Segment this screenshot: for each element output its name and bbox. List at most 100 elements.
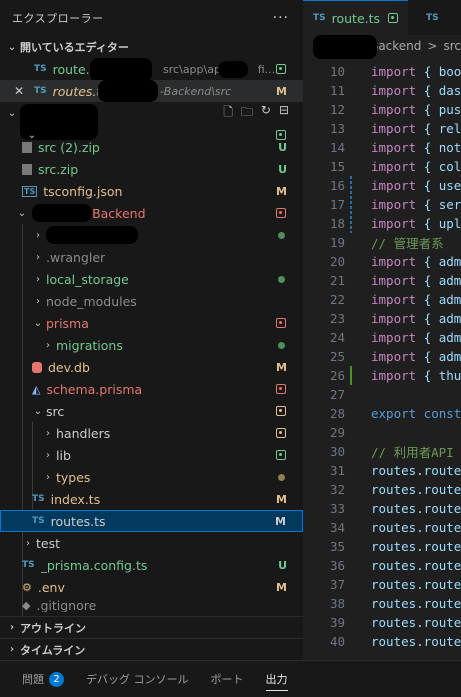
tree-item-tsconfig[interactable]: TS tsconfig.json M — [0, 180, 303, 202]
typescript-file-icon: TS — [34, 86, 47, 96]
modified-status: M — [276, 184, 287, 198]
code-line[interactable]: 39 routes.route — [303, 613, 461, 632]
code-line[interactable]: 12 import { pus — [303, 100, 461, 119]
code-line[interactable]: 23 import { adm — [303, 309, 461, 328]
code-line[interactable]: 40 routes.route — [303, 632, 461, 651]
chevron-down-icon: ⌄ — [7, 107, 17, 119]
code-line[interactable]: 13 import { rel — [303, 119, 461, 138]
tree-item-src-2-zip[interactable]: src (2).zip U — [0, 138, 303, 156]
line-number: 12 — [329, 102, 345, 117]
tab-output[interactable]: 出力 — [265, 661, 288, 697]
import-token: { adm — [423, 254, 461, 269]
route-token: routes.route — [371, 596, 461, 611]
timeline-label: タイムライン — [20, 643, 86, 657]
code-line[interactable]: 15 import { col — [303, 157, 461, 176]
tree-folder-migrations[interactable]: › migrations — [0, 334, 303, 356]
code-line[interactable]: 36 routes.route — [303, 556, 461, 575]
new-file-icon[interactable]: 🗋 — [223, 103, 233, 124]
tree-folder-types[interactable]: › types — [0, 466, 303, 488]
code-line[interactable]: 21 import { adm — [303, 271, 461, 290]
tree-folder-wrangler[interactable]: › .wrangler — [0, 246, 303, 268]
code-line[interactable]: 18 import { upl — [303, 214, 461, 233]
code-line[interactable]: 10 import { boo — [303, 62, 461, 81]
code-line[interactable]: 32 routes.route — [303, 480, 461, 499]
tree-folder-prisma[interactable]: ⌄ prisma — [0, 312, 303, 334]
code-line[interactable]: 19 // 管理者系 — [303, 233, 444, 252]
code-line[interactable]: 31 routes.route — [303, 461, 461, 480]
timeline-section[interactable]: › タイムライン — [0, 638, 303, 660]
tree-folder-local-storage[interactable]: › local_storage — [0, 268, 303, 290]
tree-item-prisma-config[interactable]: TS _prisma.config.ts U — [0, 554, 303, 576]
redaction — [313, 35, 377, 59]
code-line[interactable]: 17 import { ser — [303, 195, 461, 214]
explorer-sidebar: エクスプローラー ··· ⌄ 開いているエディター TS route.ts sr… — [0, 0, 303, 660]
tree-folder-lib[interactable]: › lib — [0, 444, 303, 466]
route-token: routes.route — [371, 539, 461, 554]
more-actions-icon[interactable]: ··· — [273, 10, 289, 26]
code-line[interactable]: 20 import { adm — [303, 252, 461, 271]
code-line[interactable]: 14 import { not — [303, 138, 461, 157]
code-line[interactable]: 33 routes.route — [303, 499, 461, 518]
code-editor: TS route.ts TS -Backend > src 10 import {… — [303, 0, 461, 660]
typescript-file-icon: TS — [426, 12, 439, 23]
redaction — [98, 80, 158, 102]
import-token: { adm — [423, 311, 461, 326]
tab-label: route.ts — [331, 10, 381, 26]
tree-item-dev-db[interactable]: dev.db M — [0, 356, 303, 378]
tree-folder-src[interactable]: ⌄ src — [0, 400, 303, 422]
code-line[interactable]: 29 — [303, 423, 371, 442]
code-line[interactable]: 22 import { adm — [303, 290, 461, 309]
close-icon[interactable]: ✕ — [14, 84, 34, 98]
tree-item-env[interactable]: ⚙ .env M — [0, 576, 303, 598]
status-badge-icon — [276, 208, 286, 218]
code-line[interactable]: 37 routes.route — [303, 575, 461, 594]
open-editors-header[interactable]: ⌄ 開いているエディター — [0, 36, 303, 58]
tab-debug-console[interactable]: デバッグ コンソール — [86, 661, 189, 697]
tab-ports[interactable]: ポート — [211, 661, 244, 697]
code-line[interactable]: 11 import { das — [303, 81, 461, 100]
redaction — [218, 61, 248, 78]
code-line[interactable]: 30 // 利用者API — [303, 442, 454, 461]
tab-problems[interactable]: 問題 2 — [22, 661, 64, 697]
tree-folder-node-modules[interactable]: › node_modules — [0, 290, 303, 312]
prisma-icon: ◭ — [32, 382, 41, 396]
tab-route-ts[interactable]: TS route.ts — [303, 0, 409, 35]
tree-item-index-ts[interactable]: TS index.ts M — [0, 488, 303, 510]
folder-label: -Backend — [88, 205, 146, 221]
refresh-icon[interactable]: ↻ — [261, 103, 271, 124]
tree-folder-handlers[interactable]: › handlers — [0, 422, 303, 444]
keyword-token: import — [371, 102, 417, 117]
chevron-right-icon: › — [46, 449, 50, 461]
code-line[interactable]: 24 import { adm — [303, 328, 461, 347]
route-token: routes.route — [371, 482, 461, 497]
code-line[interactable]: 25 import { adm — [303, 347, 461, 366]
code-line[interactable]: 26 import { thu — [303, 366, 461, 385]
tree-item-gitignore[interactable]: ◆ .gitignore — [0, 598, 303, 612]
code-line[interactable]: 28 export const — [303, 404, 461, 423]
tree-folder-test[interactable]: › test — [0, 532, 303, 554]
tab-next[interactable]: TS — [408, 0, 455, 35]
new-folder-icon[interactable]: 🗀 — [241, 103, 253, 124]
tree-item-routes-ts[interactable]: TS routes.ts M — [0, 510, 303, 532]
outline-section[interactable]: › アウトライン — [0, 616, 303, 638]
breadcrumb-part[interactable]: src — [443, 39, 461, 53]
redaction — [32, 204, 92, 222]
untracked-status: U — [278, 162, 287, 176]
code-line[interactable]: 16 import { use — [303, 176, 461, 195]
code-line[interactable]: 34 routes.route — [303, 518, 461, 537]
tree-item-src-zip[interactable]: src.zip U — [0, 158, 303, 180]
file-label: _prisma.config.ts — [40, 557, 148, 573]
import-token: { pus — [423, 102, 461, 117]
file-label: .env — [37, 579, 65, 595]
folder-label: handlers — [56, 425, 111, 441]
tree-item-schema-prisma[interactable]: ◭ schema.prisma — [0, 378, 303, 400]
collapse-all-icon[interactable]: ⊟ — [279, 103, 289, 124]
line-number: 21 — [329, 273, 345, 288]
code-line[interactable]: 35 routes.route — [303, 537, 461, 556]
file-label: tsconfig.json — [43, 183, 123, 199]
code-line[interactable]: 38 routes.route — [303, 594, 461, 613]
code-line[interactable]: 27 — [303, 385, 371, 404]
